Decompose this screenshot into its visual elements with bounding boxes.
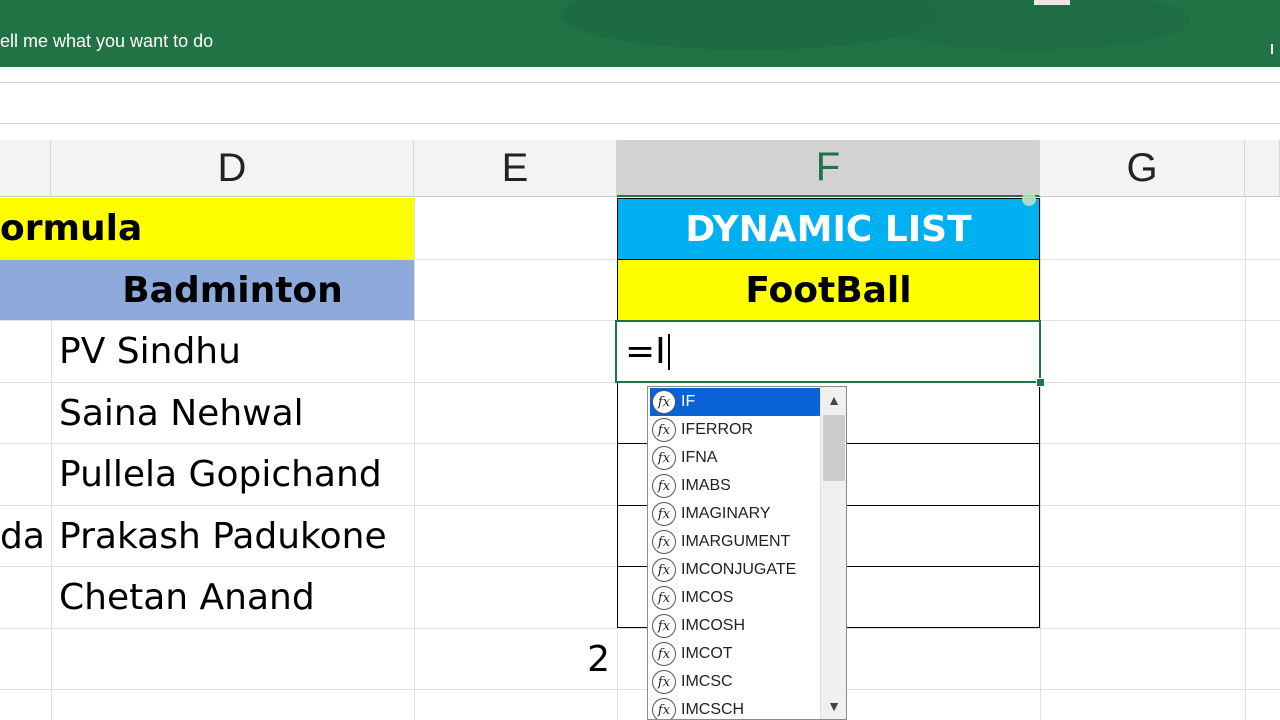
cell-name[interactable]: PV Sindhu bbox=[51, 321, 414, 382]
scroll-up-arrow-icon[interactable]: ▲ bbox=[821, 387, 846, 413]
autocomplete-item[interactable]: fx IMABS bbox=[650, 472, 820, 500]
ribbon-edge-mark bbox=[1271, 44, 1273, 54]
autocomplete-item[interactable]: fx IMCONJUGATE bbox=[650, 556, 820, 584]
autocomplete-item[interactable]: fx IMCOS bbox=[650, 584, 820, 612]
column-header-h[interactable] bbox=[1245, 140, 1280, 197]
fx-icon: fx bbox=[652, 390, 676, 414]
scroll-thumb[interactable] bbox=[823, 415, 845, 481]
fx-icon: fx bbox=[652, 670, 676, 694]
cell-c-partial[interactable]: da bbox=[0, 506, 51, 566]
cell-football-header[interactable]: FootBall bbox=[617, 259, 1040, 321]
tell-me-search[interactable]: ell me what you want to do bbox=[0, 31, 213, 52]
column-header-e[interactable]: E bbox=[414, 140, 617, 197]
cell-text: DYNAMIC LIST bbox=[685, 208, 972, 250]
autocomplete-item[interactable]: fx IMCSCH bbox=[650, 696, 820, 719]
fx-icon: fx bbox=[652, 558, 676, 582]
fill-handle[interactable] bbox=[1036, 378, 1045, 387]
cell-text: FootBall bbox=[745, 269, 912, 311]
cell-badminton-header[interactable]: Badminton bbox=[51, 260, 414, 320]
ribbon: ell me what you want to do bbox=[0, 0, 1280, 67]
window-control[interactable] bbox=[1034, 0, 1070, 5]
column-header-f[interactable]: F bbox=[617, 140, 1040, 197]
autocomplete-item-if[interactable]: fx IF bbox=[650, 388, 820, 416]
fx-icon: fx bbox=[652, 642, 676, 666]
autocomplete-item[interactable]: fx IMARGUMENT bbox=[650, 528, 820, 556]
cell-name[interactable]: Chetan Anand bbox=[51, 567, 414, 628]
autocomplete-scrollbar[interactable]: ▲ ▼ bbox=[820, 387, 846, 719]
autocomplete-item[interactable]: fx IMCSC bbox=[650, 668, 820, 696]
fx-icon: fx bbox=[652, 698, 676, 719]
autocomplete-item[interactable]: fx IFERROR bbox=[650, 416, 820, 444]
function-autocomplete-list[interactable]: fx IF fx IFERROR fx IFNA fx IMABS fx IMA… bbox=[647, 386, 847, 720]
scroll-down-arrow-icon[interactable]: ▼ bbox=[821, 693, 846, 719]
cell-text: ormula bbox=[0, 208, 143, 249]
formula-bar[interactable] bbox=[0, 83, 1280, 123]
cell-title-formula[interactable]: ormula bbox=[0, 198, 414, 259]
cell-c-header[interactable] bbox=[0, 260, 51, 320]
column-header-c[interactable] bbox=[0, 140, 51, 197]
fx-icon: fx bbox=[652, 586, 676, 610]
formula-input-text: =I bbox=[625, 331, 666, 372]
cell-name[interactable]: Saina Nehwal bbox=[51, 383, 414, 443]
active-cell-editor[interactable]: =I bbox=[615, 320, 1041, 383]
autocomplete-item[interactable]: fx IMCOSH bbox=[650, 612, 820, 640]
fx-icon: fx bbox=[652, 474, 676, 498]
cell-dynamic-list-title[interactable]: DYNAMIC LIST bbox=[617, 198, 1040, 260]
formula-bar-area bbox=[0, 67, 1280, 140]
fx-icon: fx bbox=[652, 614, 676, 638]
cell-count[interactable]: 2 bbox=[414, 629, 610, 689]
text-caret bbox=[667, 333, 670, 370]
fx-icon: fx bbox=[652, 502, 676, 526]
fx-icon: fx bbox=[652, 446, 676, 470]
cursor-highlight bbox=[1022, 192, 1036, 206]
autocomplete-item[interactable]: fx IMCOT bbox=[650, 640, 820, 668]
cell-name[interactable]: Prakash Padukone bbox=[51, 506, 414, 566]
fx-icon: fx bbox=[652, 418, 676, 442]
fx-icon: fx bbox=[652, 530, 676, 554]
column-header-d[interactable]: D bbox=[51, 140, 414, 197]
column-header-g[interactable]: G bbox=[1040, 140, 1245, 197]
ribbon-shade bbox=[870, 0, 1190, 50]
autocomplete-item[interactable]: fx IMAGINARY bbox=[650, 500, 820, 528]
cell-text: Badminton bbox=[122, 269, 343, 311]
cell-name[interactable]: Pullela Gopichand bbox=[51, 444, 414, 505]
autocomplete-item[interactable]: fx IFNA bbox=[650, 444, 820, 472]
